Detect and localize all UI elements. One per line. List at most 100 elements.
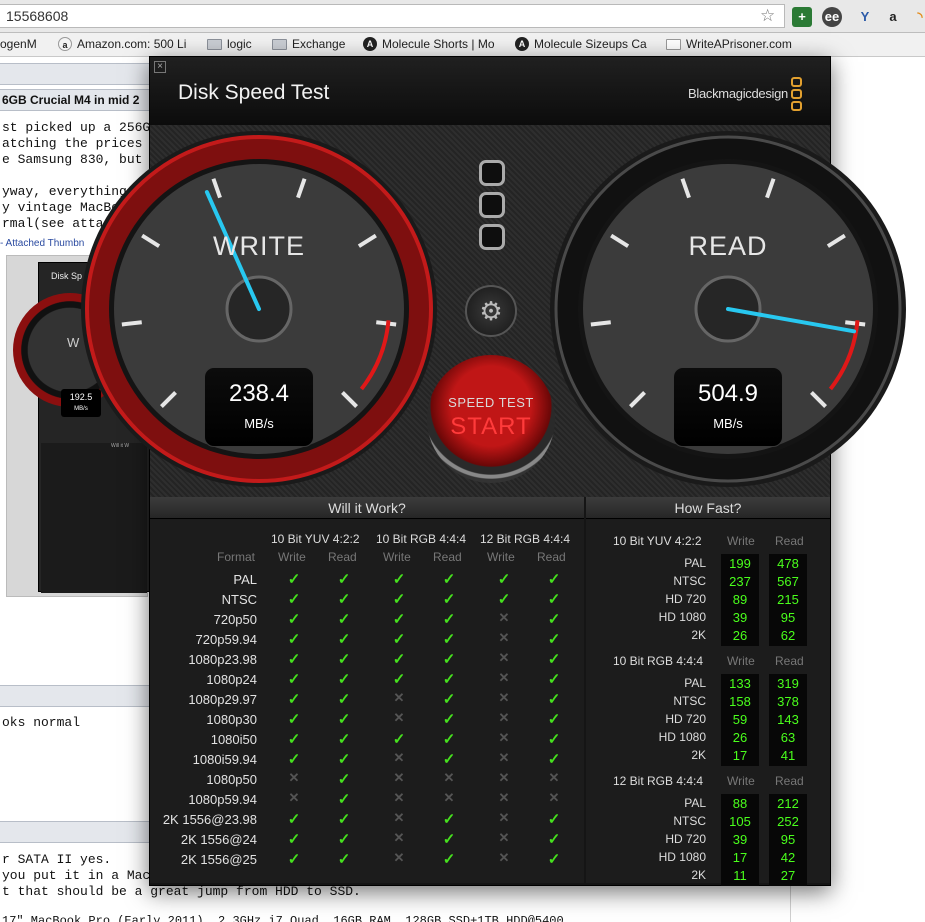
extension-ee-icon[interactable]: ee (822, 7, 842, 27)
bookmark-item[interactable]: A Molecule Sizeups Ca (515, 37, 647, 51)
read-column-header: Read (433, 550, 462, 564)
check-icon: ✓ (392, 571, 406, 588)
check-icon: ✓ (337, 771, 351, 788)
check-icon: ✓ (442, 671, 456, 688)
check-icon: ✓ (547, 671, 561, 688)
check-icon: ✓ (442, 711, 456, 728)
settings-gear-icon[interactable]: ⚙ (465, 285, 517, 337)
check-icon: ✓ (287, 611, 301, 628)
check-icon: ✓ (497, 591, 511, 608)
check-icon: ✓ (337, 811, 351, 828)
resolution-label: NTSC (673, 814, 706, 828)
brand-name: Blackmagicdesign (688, 86, 788, 101)
format-label: 720p50 (213, 612, 257, 627)
drive-select-button[interactable] (479, 160, 505, 186)
address-bar[interactable]: 15568608 (0, 4, 785, 28)
bookmark-label: logic (227, 37, 252, 51)
read-fps-value: 143 (777, 712, 799, 727)
check-icon: ✓ (287, 711, 301, 728)
check-icon: ✓ (547, 731, 561, 748)
bookmark-label: Amazon.com: 500 Li (77, 37, 187, 51)
bookmark-star-icon[interactable]: ☆ (760, 6, 775, 26)
format-label: 2K 1556@25 (180, 852, 257, 867)
cross-icon: ✕ (443, 770, 455, 785)
format-label: 1080i59.94 (192, 752, 257, 767)
format-label: 1080p50 (206, 772, 257, 787)
bookmark-item[interactable]: a Amazon.com: 500 Li (58, 37, 186, 51)
write-gauge: WRITE 238.4 MB/s (79, 129, 439, 489)
cross-icon: ✕ (498, 710, 510, 725)
write-fps-value: 237 (729, 574, 751, 589)
write-fps-value: 39 (732, 832, 748, 847)
bookmark-item[interactable]: A Molecule Shorts | Mo (363, 37, 495, 51)
cross-icon: ✕ (288, 790, 300, 805)
check-icon: ✓ (442, 571, 456, 588)
rss-icon[interactable]: ◝ (910, 7, 925, 27)
check-icon: ✓ (392, 611, 406, 628)
cross-icon: ✕ (498, 770, 510, 785)
check-icon: ✓ (287, 811, 301, 828)
resolution-label: 2K (691, 748, 706, 762)
folder-icon (272, 38, 287, 50)
check-icon: ✓ (337, 671, 351, 688)
cross-icon: ✕ (498, 630, 510, 645)
bookmark-folder[interactable]: Exchange (272, 37, 345, 51)
format-column-header: Format (216, 550, 255, 564)
check-icon: ✓ (442, 611, 456, 628)
drive-select-button[interactable] (479, 224, 505, 250)
write-column-header: Write (727, 774, 755, 788)
read-column-header: Read (328, 550, 357, 564)
thumbnail-gauge-label: W (67, 335, 80, 350)
how-fast-group-title: 10 Bit YUV 4:2:2 (613, 534, 702, 548)
check-icon: ✓ (337, 571, 351, 588)
format-label: 1080p30 (206, 712, 257, 727)
check-icon: ✓ (287, 851, 301, 868)
how-fast-group-title: 10 Bit RGB 4:4:4 (613, 654, 704, 668)
cross-icon: ✕ (498, 610, 510, 625)
attached-thumbnails-link[interactable]: - Attached Thumbn (0, 238, 84, 249)
how-fast-panel: How Fast? 10 Bit YUV 4:2:2 Write Read PAL 19… (586, 497, 830, 886)
drive-select-button[interactable] (479, 192, 505, 218)
resolution-label: HD 720 (665, 712, 706, 726)
write-fps-value: 158 (729, 694, 751, 709)
resolution-label: HD 1080 (658, 610, 706, 624)
app-title-bar: × Disk Speed Test Blackmagicdesign (150, 57, 830, 125)
extension-plus-icon[interactable]: + (792, 7, 812, 27)
cross-icon: ✕ (498, 810, 510, 825)
read-fps-value: 212 (777, 796, 799, 811)
check-icon: ✓ (547, 831, 561, 848)
cross-icon: ✕ (498, 830, 510, 845)
cross-icon: ✕ (443, 790, 455, 805)
bookmark-item[interactable]: WriteAPrisoner.com (666, 37, 792, 51)
extension-amazon-icon[interactable]: a (883, 7, 903, 27)
read-speed-value: 504.9 (697, 380, 759, 407)
check-icon: ✓ (287, 731, 301, 748)
bookmark-folder[interactable]: logic (207, 37, 252, 51)
app-title: Disk Speed Test (178, 81, 330, 104)
check-icon: ✓ (392, 671, 406, 688)
format-label: 2K 1556@23.98 (162, 812, 257, 827)
resolution-label: PAL (684, 556, 706, 570)
check-icon: ✓ (337, 731, 351, 748)
format-label: 1080i50 (210, 732, 257, 747)
check-icon: ✓ (442, 631, 456, 648)
extension-yahoo-icon[interactable]: Y (855, 7, 875, 27)
write-fps-value: 199 (729, 556, 751, 571)
cross-icon: ✕ (393, 830, 405, 845)
write-fps-value: 105 (729, 814, 751, 829)
start-button[interactable]: SPEED TEST START (427, 355, 555, 483)
close-icon[interactable]: × (154, 61, 166, 73)
cross-icon: ✕ (393, 750, 405, 765)
molecule-icon: A (515, 37, 529, 51)
amazon-icon: a (58, 37, 72, 51)
write-fps-value: 17 (732, 748, 748, 763)
read-fps-value: 95 (780, 832, 796, 847)
read-column-header: Read (537, 550, 566, 564)
group-header: 10 Bit YUV 4:2:2 (271, 532, 360, 546)
check-icon: ✓ (392, 731, 406, 748)
read-fps-value: 319 (777, 676, 799, 691)
read-gauge-label: READ (688, 231, 768, 261)
check-icon: ✓ (547, 651, 561, 668)
signature-line: 17" MacBook Pro (Early 2011), 2.3GHz i7 … (2, 914, 564, 922)
bookmark-item[interactable]: ogenM (0, 37, 37, 51)
